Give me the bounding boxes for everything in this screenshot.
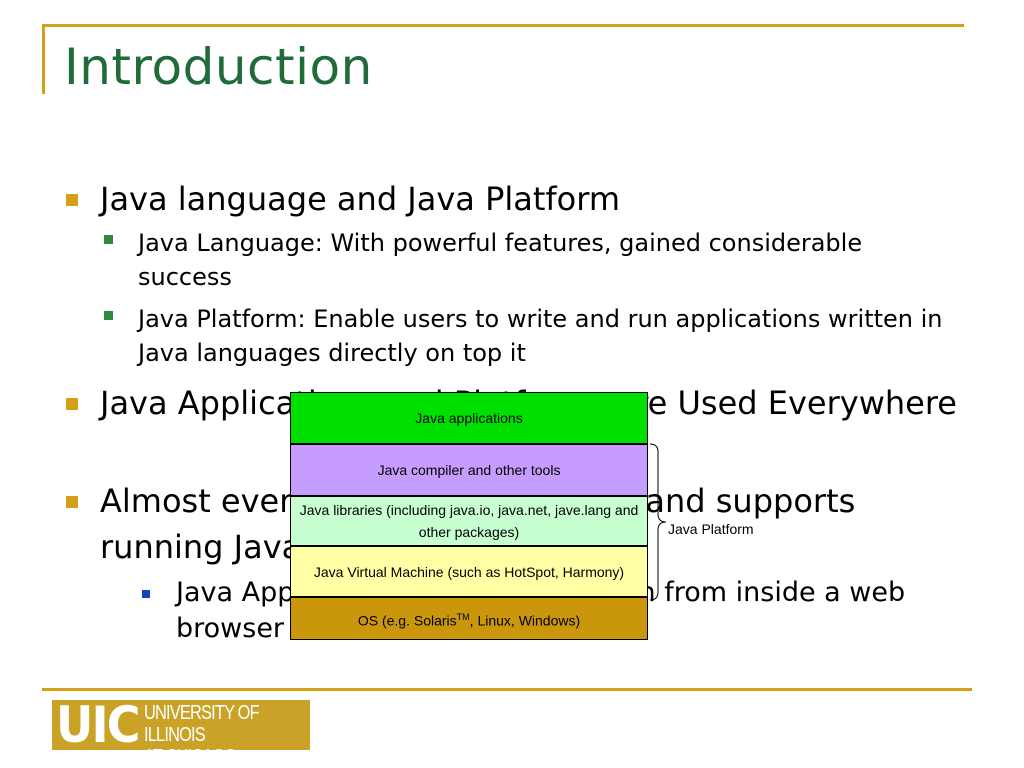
layer-label: Java Virtual Machine (such as HotSpot, H… <box>313 563 625 580</box>
logo-line2: AT CHICAGO <box>144 746 237 768</box>
bullet-level2: Java Platform: Enable users to write and… <box>138 305 943 367</box>
layer-label: OS (e.g. SolarisTM, Linux, Windows) <box>357 611 581 629</box>
logo-line1: UNIVERSITY OF ILLINOIS <box>144 702 260 746</box>
logo-abbr: UIC <box>56 696 141 754</box>
bullet-marker <box>104 311 113 320</box>
title-accent-vertical <box>42 24 45 94</box>
bullet-level2: Java Language: With powerful features, g… <box>138 229 863 291</box>
bullet-marker <box>66 194 78 206</box>
bullet-marker <box>66 496 78 508</box>
bullet-marker <box>142 590 150 598</box>
bullet-marker <box>66 398 78 410</box>
uic-logo: UIC UNIVERSITY OF ILLINOIS AT CHICAGO <box>52 696 310 768</box>
logo-name: UNIVERSITY OF ILLINOIS AT CHICAGO <box>144 702 280 768</box>
layer-java-applications: Java applications <box>290 392 648 444</box>
platform-label: Java Platform <box>668 521 754 537</box>
layer-java-virtual-machine: Java Virtual Machine (such as HotSpot, H… <box>290 546 648 597</box>
slide-title: Introduction <box>64 38 373 96</box>
layer-java-libraries: Java libraries (including java.io, java.… <box>290 496 648 546</box>
platform-brace <box>649 443 667 601</box>
layer-label: Java applications <box>415 410 523 426</box>
layer-os: OS (e.g. SolarisTM, Linux, Windows) <box>290 597 648 640</box>
layer-java-compiler-tools: Java compiler and other tools <box>290 444 648 496</box>
title-accent-horizontal <box>42 24 964 27</box>
bullet-marker <box>104 235 113 244</box>
layer-label: Java compiler and other tools <box>377 462 561 478</box>
bullet-level1: Java language and Java Platform <box>100 180 621 218</box>
footer-rule <box>42 688 972 691</box>
layer-label: Java libraries (including java.io, java.… <box>299 502 639 540</box>
